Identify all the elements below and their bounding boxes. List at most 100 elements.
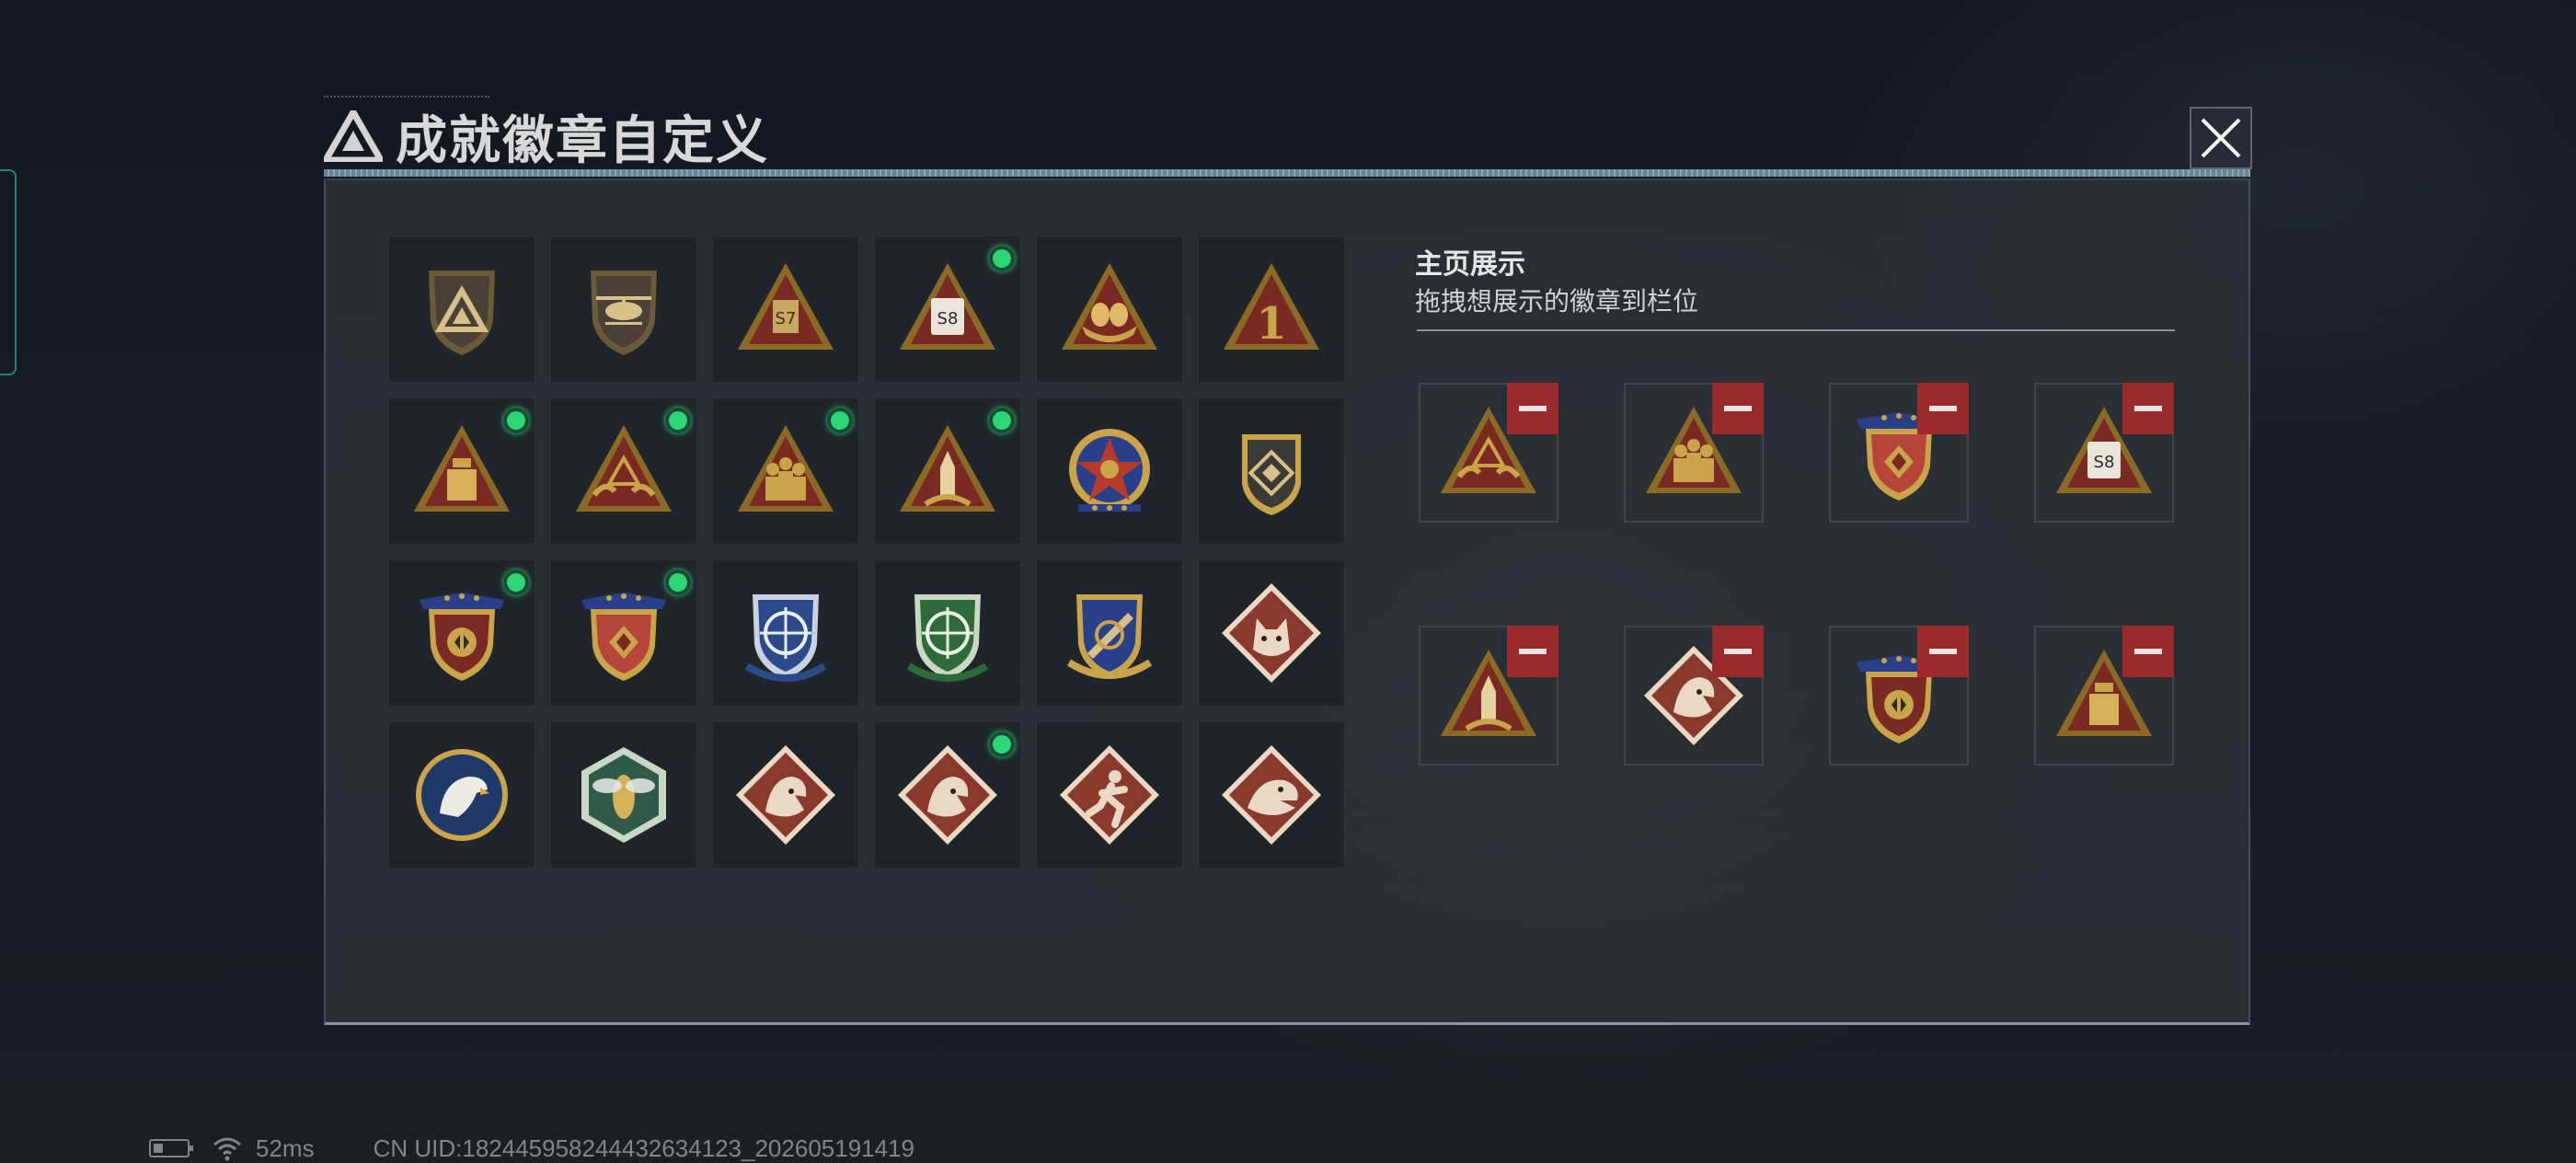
svg-text:1: 1: [1256, 298, 1286, 350]
showcase-slot-8[interactable]: [2034, 626, 2174, 766]
minus-icon: [1724, 406, 1752, 411]
shield-triangle-badge-icon: [429, 271, 495, 355]
remove-badge-button[interactable]: [1917, 626, 1969, 677]
hornet-hexagon-badge-icon: [581, 747, 666, 843]
minus-icon: [1724, 649, 1752, 654]
triangle-s8-badge-icon: S8: [900, 263, 995, 350]
badge-cell-shield-emblem-badge[interactable]: [1198, 397, 1345, 545]
badge-cell-star-medal-badge[interactable]: [1036, 397, 1183, 545]
dragon-diamond-badge-icon: [736, 745, 835, 845]
badge-cell-triangle-number-one-badge[interactable]: 1: [1198, 236, 1345, 383]
badge-cell-helicopter-shield-badge[interactable]: [550, 236, 697, 383]
showcase-subtitle: 拖拽想展示的徽章到栏位: [1415, 287, 1699, 316]
triangle-eggs-badge-icon: [1062, 263, 1157, 350]
runner-diamond-badge-icon: [1060, 745, 1159, 845]
remove-badge-button[interactable]: [1507, 383, 1558, 434]
ping-text: 52ms: [256, 1134, 315, 1162]
wifi-icon: [213, 1137, 241, 1161]
wolf-diamond-badge-icon: [1222, 583, 1321, 683]
minus-icon: [1519, 406, 1547, 411]
remove-badge-button[interactable]: [1712, 626, 1764, 677]
badge-cell-wolf-diamond-badge[interactable]: [1198, 559, 1345, 707]
badge-cell-triangle-hands-badge[interactable]: [550, 397, 697, 545]
minus-icon: [2134, 649, 2162, 654]
eagle-circle-badge-icon: [416, 749, 508, 841]
badge-cell-shield-triangle-badge[interactable]: [388, 236, 535, 383]
blue-crosshair-shield-badge-icon: [744, 594, 827, 682]
dialog-header: 成就徽章自定义: [324, 99, 769, 173]
showcase-slot-5[interactable]: [1419, 626, 1558, 766]
new-indicator-dot: [989, 408, 1015, 433]
badge-cell-triangle-s8-badge[interactable]: S8: [874, 236, 1021, 383]
uid-text: CN UID:1824459582444326341​23_2026051914…: [373, 1134, 914, 1162]
triangle-s7-badge-icon: S7: [738, 263, 834, 350]
minus-icon: [1519, 649, 1547, 654]
gold-shield-banner-badge-icon: [420, 593, 504, 681]
header-divider: [324, 169, 2250, 177]
showcase-slot-2[interactable]: [1624, 383, 1764, 523]
remove-badge-button[interactable]: [2122, 383, 2174, 434]
remove-badge-button[interactable]: [1917, 383, 1969, 434]
triangle-tower-badge-icon: [414, 425, 510, 512]
remove-badge-button[interactable]: [1507, 626, 1558, 677]
triangle-hands-badge-icon: [576, 425, 672, 512]
side-edge-tab[interactable]: [0, 169, 17, 375]
badge-cell-gold-missile-shield-badge[interactable]: [1036, 559, 1183, 707]
new-indicator-dot: [665, 570, 691, 595]
green-crosshair-shield-badge-icon: [906, 594, 989, 682]
gold-missile-shield-badge-icon: [1066, 594, 1153, 679]
showcase-slot-4[interactable]: S8: [2034, 383, 2174, 523]
remove-badge-button[interactable]: [2122, 626, 2174, 677]
new-indicator-dot: [827, 408, 853, 433]
new-indicator-dot: [989, 731, 1015, 757]
showcase-slot-3[interactable]: [1829, 383, 1969, 523]
shield-emblem-badge-icon: [1242, 434, 1301, 515]
badge-cell-hornet-hexagon-badge[interactable]: [550, 721, 697, 869]
minus-icon: [2134, 406, 2162, 411]
badge-cell-crocodile-diamond-badge[interactable]: [1198, 721, 1345, 869]
badge-cell-runner-diamond-badge[interactable]: [1036, 721, 1183, 869]
red-shield-banner-badge-icon: [581, 593, 666, 681]
badge-cell-dragon-diamond-badge-2[interactable]: [874, 721, 1021, 869]
badge-cell-triangle-tower-badge[interactable]: [388, 397, 535, 545]
badge-cell-triangle-soldiers-badge[interactable]: [712, 397, 859, 545]
showcase-slot-7[interactable]: [1829, 626, 1969, 766]
page-title: 成就徽章自定义: [396, 110, 769, 169]
showcase-slot-1[interactable]: [1419, 383, 1558, 523]
triangle-number-one-badge-icon: 1: [1224, 263, 1319, 350]
badge-cell-eagle-circle-badge[interactable]: [388, 721, 535, 869]
badge-grid: S7 S8 1: [388, 236, 1347, 869]
close-x-icon: [2190, 107, 2252, 169]
new-indicator-dot: [503, 570, 529, 595]
showcase-title: 主页展示: [1415, 249, 1525, 280]
badge-cell-triangle-rocket-badge[interactable]: [874, 397, 1021, 545]
triangle-logo-icon: [324, 110, 383, 162]
status-bar: 52ms CN UID:1824459582444326341​23_20260…: [149, 1134, 914, 1163]
star-medal-badge-icon: [1069, 429, 1150, 512]
badge-cell-red-shield-banner-badge[interactable]: [550, 559, 697, 707]
battery-icon: [149, 1139, 193, 1157]
showcase-divider: [1417, 329, 2175, 331]
helicopter-shield-badge-icon: [591, 271, 657, 355]
new-indicator-dot: [503, 408, 529, 433]
dragon-diamond-badge-2-icon: [898, 745, 997, 845]
badge-cell-gold-shield-banner-badge[interactable]: [388, 559, 535, 707]
minus-icon: [1929, 649, 1957, 654]
badge-cell-blue-crosshair-shield-badge[interactable]: [712, 559, 859, 707]
crocodile-diamond-badge-icon: [1222, 745, 1321, 845]
new-indicator-dot: [989, 246, 1015, 271]
badge-cell-dragon-diamond-badge[interactable]: [712, 721, 859, 869]
showcase-slot-6[interactable]: [1624, 626, 1764, 766]
triangle-soldiers-badge-icon: [738, 425, 834, 512]
remove-badge-button[interactable]: [1712, 383, 1764, 434]
triangle-rocket-badge-icon: [900, 425, 995, 512]
svg-text:S8: S8: [937, 309, 959, 328]
badge-cell-green-crosshair-shield-badge[interactable]: [874, 559, 1021, 707]
badge-cell-triangle-eggs-badge[interactable]: [1036, 236, 1183, 383]
badge-cell-triangle-s7-badge[interactable]: S7: [712, 236, 859, 383]
svg-text:S8: S8: [2094, 453, 2115, 472]
new-indicator-dot: [665, 408, 691, 433]
svg-text:S7: S7: [776, 309, 797, 328]
close-button[interactable]: [2190, 107, 2252, 169]
minus-icon: [1929, 406, 1957, 411]
